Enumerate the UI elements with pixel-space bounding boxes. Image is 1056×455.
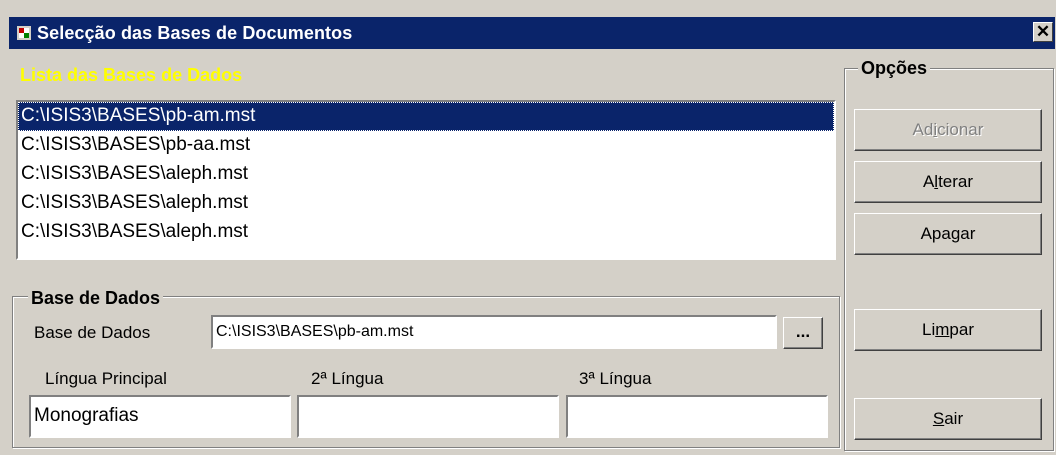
- list-header: Lista das Bases de Dados: [20, 65, 243, 85]
- database-group-title: Base de Dados: [28, 288, 164, 308]
- third-language-label: 3ª Língua: [579, 369, 652, 388]
- main-language-field[interactable]: Monografias: [29, 395, 291, 438]
- exit-accelerator: S: [932, 409, 945, 428]
- change-button[interactable]: Alterar: [854, 161, 1042, 203]
- window-title: Selecção das Bases de Documentos: [37, 23, 353, 43]
- add-button[interactable]: Adicionar: [854, 109, 1042, 151]
- list-item[interactable]: C:\ISIS3\BASES\aleph.mst: [18, 189, 834, 218]
- options-group-title: Opções: [858, 58, 931, 78]
- browse-button[interactable]: ...: [783, 317, 823, 349]
- app-icon: [17, 26, 31, 40]
- title-bar[interactable]: Selecção das Bases de Documentos ✕: [9, 17, 1055, 49]
- dialog-window: Selecção das Bases de Documentos ✕ Lista…: [0, 0, 1056, 455]
- database-label: Base de Dados: [34, 323, 151, 342]
- main-language-label: Língua Principal: [45, 369, 167, 388]
- list-item[interactable]: C:\ISIS3\BASES\pb-am.mst: [18, 102, 834, 131]
- database-listbox[interactable]: C:\ISIS3\BASES\pb-am.mst C:\ISIS3\BASES\…: [16, 100, 836, 260]
- clear-accelerator: m: [935, 320, 950, 339]
- close-icon: ✕: [1035, 22, 1051, 41]
- close-button[interactable]: ✕: [1033, 22, 1053, 42]
- list-item[interactable]: C:\ISIS3\BASES\aleph.mst: [18, 160, 834, 189]
- second-language-label: 2ª Língua: [311, 369, 384, 388]
- delete-button[interactable]: Apagar: [854, 213, 1042, 255]
- database-path-field[interactable]: C:\ISIS3\BASES\pb-am.mst: [211, 315, 777, 349]
- clear-button[interactable]: Limpar: [854, 309, 1042, 351]
- delete-accelerator: g: [950, 224, 961, 243]
- list-item[interactable]: C:\ISIS3\BASES\aleph.mst: [18, 218, 834, 247]
- list-item[interactable]: C:\ISIS3\BASES\pb-aa.mst: [18, 131, 834, 160]
- browse-button-label: ...: [795, 322, 811, 341]
- third-language-field[interactable]: [566, 395, 828, 438]
- second-language-field[interactable]: [297, 395, 559, 438]
- exit-button[interactable]: Sair: [854, 398, 1042, 440]
